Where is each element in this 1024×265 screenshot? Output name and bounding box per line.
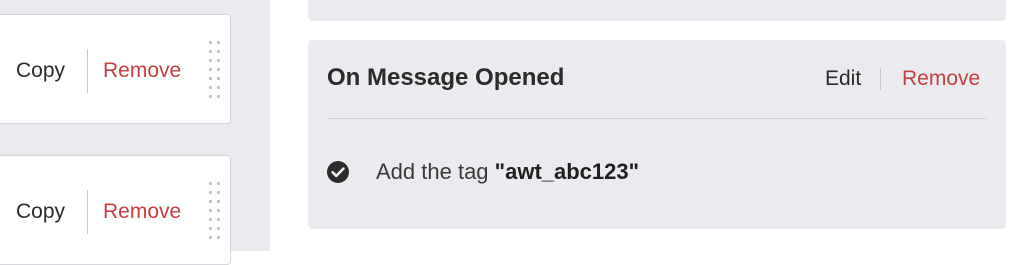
divider: [87, 190, 88, 234]
drag-handle-icon[interactable]: [208, 39, 222, 103]
divider: [87, 49, 88, 93]
event-title: On Message Opened: [327, 64, 565, 91]
divider: [880, 68, 881, 90]
divider: [327, 118, 987, 119]
remove-button[interactable]: Remove: [902, 62, 980, 96]
action-prefix: Add the tag: [376, 159, 489, 184]
remove-button[interactable]: Remove: [103, 49, 181, 93]
copy-button[interactable]: Copy: [16, 49, 65, 93]
action-card: Copy Remove: [0, 155, 231, 265]
action-tag: "awt_abc123": [494, 159, 640, 184]
event-card: On Message Opened Edit Remove Add the ta…: [308, 40, 1006, 229]
action-card: Copy Remove: [0, 14, 231, 124]
previous-event-card: [308, 0, 1006, 21]
copy-button[interactable]: Copy: [16, 190, 65, 234]
remove-button[interactable]: Remove: [103, 190, 181, 234]
drag-handle-icon[interactable]: [208, 180, 222, 240]
action-description: Add the tag "awt_abc123": [376, 154, 639, 190]
left-panel: Copy Remove Copy Remove: [0, 0, 270, 265]
edit-button[interactable]: Edit: [825, 62, 861, 96]
check-circle-icon: [327, 161, 349, 183]
